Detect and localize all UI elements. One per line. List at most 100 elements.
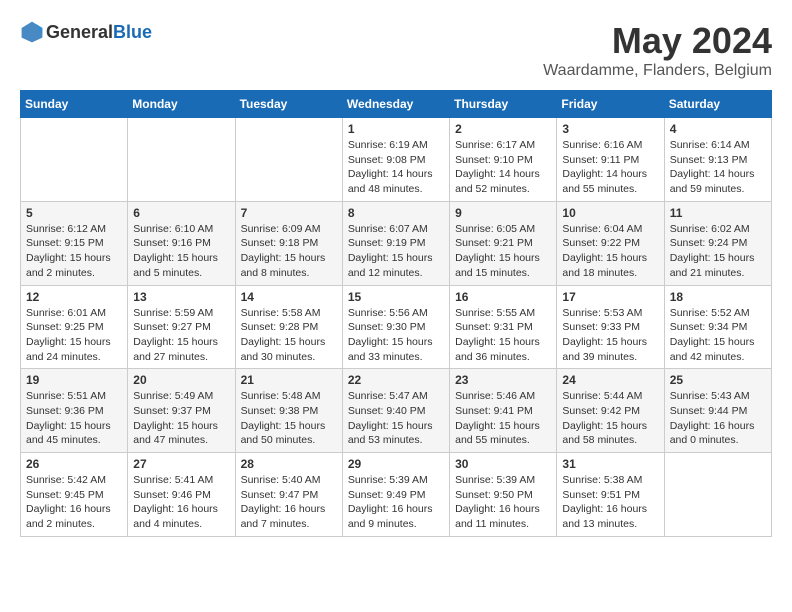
calendar-cell: 28Sunrise: 5:40 AM Sunset: 9:47 PM Dayli…	[235, 453, 342, 537]
calendar-cell	[128, 118, 235, 202]
day-number: 30	[455, 457, 551, 471]
day-info: Sunrise: 6:17 AM Sunset: 9:10 PM Dayligh…	[455, 138, 551, 197]
day-number: 8	[348, 206, 444, 220]
day-info: Sunrise: 5:41 AM Sunset: 9:46 PM Dayligh…	[133, 473, 229, 532]
day-number: 27	[133, 457, 229, 471]
day-number: 15	[348, 290, 444, 304]
day-info: Sunrise: 5:51 AM Sunset: 9:36 PM Dayligh…	[26, 389, 122, 448]
day-info: Sunrise: 5:38 AM Sunset: 9:51 PM Dayligh…	[562, 473, 658, 532]
weekday-header: Thursday	[450, 91, 557, 118]
day-number: 10	[562, 206, 658, 220]
day-number: 4	[670, 122, 766, 136]
day-info: Sunrise: 5:44 AM Sunset: 9:42 PM Dayligh…	[562, 389, 658, 448]
calendar-cell: 9 Sunrise: 6:05 AM Sunset: 9:21 PM Daylig…	[450, 201, 557, 285]
calendar-cell: 3 Sunrise: 6:16 AM Sunset: 9:11 PM Daylig…	[557, 118, 664, 202]
day-number: 24	[562, 373, 658, 387]
calendar-week-row: 19 Sunrise: 5:51 AM Sunset: 9:36 PM Dayli…	[21, 369, 772, 453]
day-info: Sunrise: 6:10 AM Sunset: 9:16 PM Dayligh…	[133, 222, 229, 281]
day-number: 19	[26, 373, 122, 387]
calendar-cell: 27 Sunrise: 5:41 AM Sunset: 9:46 PM Dayli…	[128, 453, 235, 537]
calendar-cell: 30 Sunrise: 5:39 AM Sunset: 9:50 PM Dayli…	[450, 453, 557, 537]
title-section: May 2024 Waardamme, Flanders, Belgium	[543, 20, 772, 80]
calendar-week-row: 26Sunrise: 5:42 AM Sunset: 9:45 PM Dayli…	[21, 453, 772, 537]
day-number: 22	[348, 373, 444, 387]
day-number: 18	[670, 290, 766, 304]
calendar-cell: 13 Sunrise: 5:59 AM Sunset: 9:27 PM Dayli…	[128, 285, 235, 369]
page-header: GeneralBlue May 2024 Waardamme, Flanders…	[20, 20, 772, 80]
weekday-header: Monday	[128, 91, 235, 118]
day-info: Sunrise: 6:16 AM Sunset: 9:11 PM Dayligh…	[562, 138, 658, 197]
day-number: 2	[455, 122, 551, 136]
day-info: Sunrise: 5:48 AM Sunset: 9:38 PM Dayligh…	[241, 389, 337, 448]
day-info: Sunrise: 6:12 AM Sunset: 9:15 PM Dayligh…	[26, 222, 122, 281]
day-info: Sunrise: 5:53 AM Sunset: 9:33 PM Dayligh…	[562, 306, 658, 365]
calendar-cell: 21Sunrise: 5:48 AM Sunset: 9:38 PM Dayli…	[235, 369, 342, 453]
calendar-cell: 23 Sunrise: 5:46 AM Sunset: 9:41 PM Dayli…	[450, 369, 557, 453]
calendar-cell: 24 Sunrise: 5:44 AM Sunset: 9:42 PM Dayli…	[557, 369, 664, 453]
day-number: 3	[562, 122, 658, 136]
day-info: Sunrise: 5:40 AM Sunset: 9:47 PM Dayligh…	[241, 473, 337, 532]
logo: GeneralBlue	[20, 20, 152, 44]
calendar-cell: 17 Sunrise: 5:53 AM Sunset: 9:33 PM Dayli…	[557, 285, 664, 369]
day-info: Sunrise: 5:39 AM Sunset: 9:50 PM Dayligh…	[455, 473, 551, 532]
calendar-cell	[664, 453, 771, 537]
weekday-header: Sunday	[21, 91, 128, 118]
day-info: Sunrise: 5:59 AM Sunset: 9:27 PM Dayligh…	[133, 306, 229, 365]
weekday-header-row: SundayMondayTuesdayWednesdayThursdayFrid…	[21, 91, 772, 118]
day-number: 23	[455, 373, 551, 387]
day-info: Sunrise: 5:39 AM Sunset: 9:49 PM Dayligh…	[348, 473, 444, 532]
day-info: Sunrise: 6:14 AM Sunset: 9:13 PM Dayligh…	[670, 138, 766, 197]
day-info: Sunrise: 6:09 AM Sunset: 9:18 PM Dayligh…	[241, 222, 337, 281]
day-info: Sunrise: 6:02 AM Sunset: 9:24 PM Dayligh…	[670, 222, 766, 281]
calendar-week-row: 12 Sunrise: 6:01 AM Sunset: 9:25 PM Dayli…	[21, 285, 772, 369]
day-info: Sunrise: 5:46 AM Sunset: 9:41 PM Dayligh…	[455, 389, 551, 448]
calendar-cell: 6 Sunrise: 6:10 AM Sunset: 9:16 PM Daylig…	[128, 201, 235, 285]
day-number: 12	[26, 290, 122, 304]
calendar-cell: 8 Sunrise: 6:07 AM Sunset: 9:19 PM Daylig…	[342, 201, 449, 285]
day-info: Sunrise: 6:04 AM Sunset: 9:22 PM Dayligh…	[562, 222, 658, 281]
calendar-cell: 29 Sunrise: 5:39 AM Sunset: 9:49 PM Dayli…	[342, 453, 449, 537]
day-number: 20	[133, 373, 229, 387]
calendar-cell	[21, 118, 128, 202]
calendar-cell: 4 Sunrise: 6:14 AM Sunset: 9:13 PM Daylig…	[664, 118, 771, 202]
day-info: Sunrise: 5:55 AM Sunset: 9:31 PM Dayligh…	[455, 306, 551, 365]
day-info: Sunrise: 5:58 AM Sunset: 9:28 PM Dayligh…	[241, 306, 337, 365]
day-number: 26	[26, 457, 122, 471]
calendar-cell: 7Sunrise: 6:09 AM Sunset: 9:18 PM Daylig…	[235, 201, 342, 285]
calendar-table: SundayMondayTuesdayWednesdayThursdayFrid…	[20, 90, 772, 537]
logo-text: GeneralBlue	[46, 22, 152, 43]
calendar-cell	[235, 118, 342, 202]
weekday-header: Friday	[557, 91, 664, 118]
month-year-title: May 2024	[543, 20, 772, 62]
calendar-week-row: 5 Sunrise: 6:12 AM Sunset: 9:15 PM Daylig…	[21, 201, 772, 285]
day-info: Sunrise: 5:47 AM Sunset: 9:40 PM Dayligh…	[348, 389, 444, 448]
calendar-cell: 1Sunrise: 6:19 AM Sunset: 9:08 PM Daylig…	[342, 118, 449, 202]
calendar-cell: 19 Sunrise: 5:51 AM Sunset: 9:36 PM Dayli…	[21, 369, 128, 453]
calendar-cell: 20Sunrise: 5:49 AM Sunset: 9:37 PM Dayli…	[128, 369, 235, 453]
day-number: 11	[670, 206, 766, 220]
calendar-cell: 22 Sunrise: 5:47 AM Sunset: 9:40 PM Dayli…	[342, 369, 449, 453]
day-info: Sunrise: 5:56 AM Sunset: 9:30 PM Dayligh…	[348, 306, 444, 365]
day-info: Sunrise: 6:19 AM Sunset: 9:08 PM Dayligh…	[348, 138, 444, 197]
calendar-cell: 12 Sunrise: 6:01 AM Sunset: 9:25 PM Dayli…	[21, 285, 128, 369]
day-number: 16	[455, 290, 551, 304]
calendar-cell: 10 Sunrise: 6:04 AM Sunset: 9:22 PM Dayli…	[557, 201, 664, 285]
day-number: 17	[562, 290, 658, 304]
calendar-cell: 11 Sunrise: 6:02 AM Sunset: 9:24 PM Dayli…	[664, 201, 771, 285]
day-info: Sunrise: 6:07 AM Sunset: 9:19 PM Dayligh…	[348, 222, 444, 281]
logo-general: General	[46, 22, 113, 42]
day-number: 13	[133, 290, 229, 304]
day-number: 9	[455, 206, 551, 220]
day-number: 6	[133, 206, 229, 220]
calendar-cell: 14Sunrise: 5:58 AM Sunset: 9:28 PM Dayli…	[235, 285, 342, 369]
calendar-cell: 16 Sunrise: 5:55 AM Sunset: 9:31 PM Dayli…	[450, 285, 557, 369]
calendar-cell: 25Sunrise: 5:43 AM Sunset: 9:44 PM Dayli…	[664, 369, 771, 453]
day-number: 29	[348, 457, 444, 471]
day-number: 5	[26, 206, 122, 220]
weekday-header: Wednesday	[342, 91, 449, 118]
calendar-cell: 5 Sunrise: 6:12 AM Sunset: 9:15 PM Daylig…	[21, 201, 128, 285]
logo-blue: Blue	[113, 22, 152, 42]
weekday-header: Saturday	[664, 91, 771, 118]
day-info: Sunrise: 6:05 AM Sunset: 9:21 PM Dayligh…	[455, 222, 551, 281]
day-info: Sunrise: 6:01 AM Sunset: 9:25 PM Dayligh…	[26, 306, 122, 365]
